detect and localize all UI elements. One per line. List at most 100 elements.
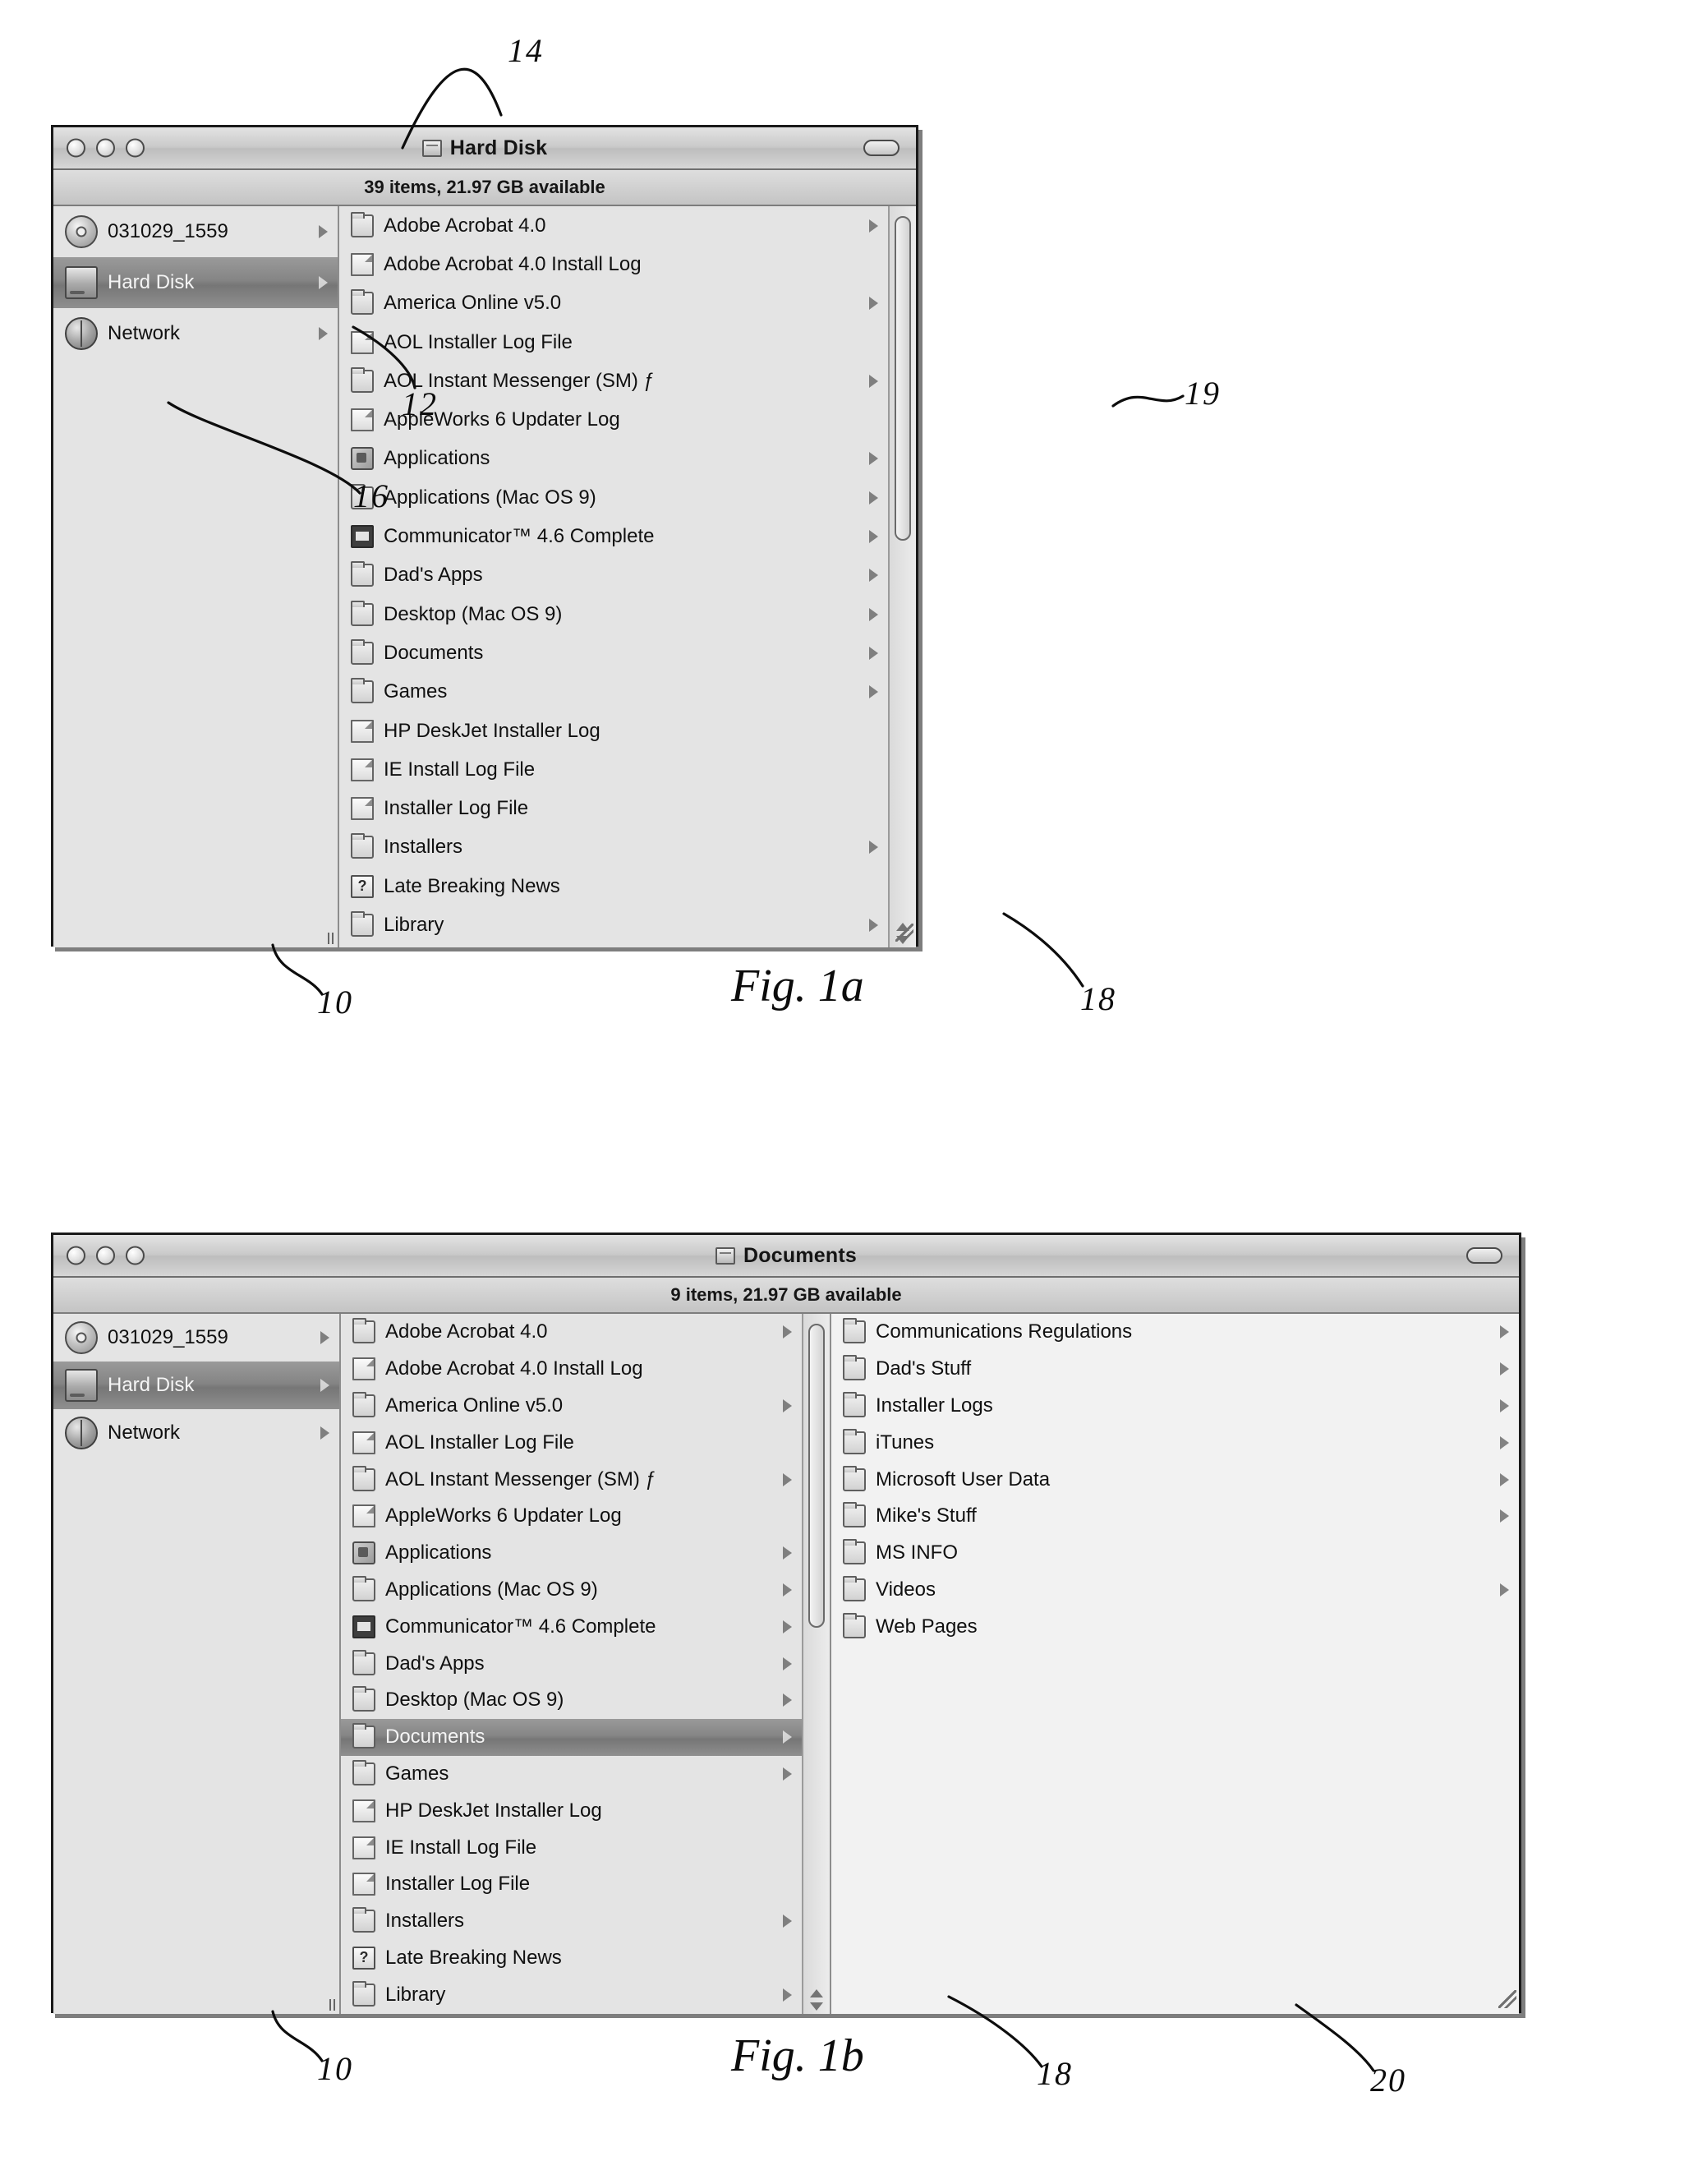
file-list-item[interactable]: Installers (339, 828, 888, 867)
disclosure-arrow-icon[interactable] (319, 276, 328, 289)
zoom-button[interactable] (126, 138, 145, 158)
detail-list-item[interactable]: Web Pages (831, 1608, 1519, 1645)
file-list-item[interactable]: Documents (339, 634, 888, 672)
detail-list-item[interactable]: Dad's Stuff (831, 1351, 1519, 1388)
file-list-item[interactable]: AOL Installer Log File (341, 1424, 802, 1461)
disclosure-arrow-icon[interactable] (1500, 1398, 1509, 1412)
disclosure-arrow-icon[interactable] (869, 491, 878, 505)
scrollbar-arrows[interactable] (803, 1989, 830, 2011)
minimize-button[interactable] (96, 138, 115, 158)
sidebar-item[interactable]: Hard Disk (53, 1362, 339, 1409)
detail-list-item[interactable]: Installer Logs (831, 1388, 1519, 1425)
file-list-item[interactable]: Applications (339, 440, 888, 478)
vertical-scrollbar-fig1b[interactable] (802, 1314, 830, 2014)
file-list-item[interactable]: IE Install Log File (341, 1829, 802, 1866)
disclosure-arrow-icon[interactable] (320, 1379, 329, 1392)
disclosure-arrow-icon[interactable] (783, 1656, 792, 1670)
file-list-item[interactable]: Applications (Mac OS 9) (341, 1572, 802, 1609)
file-list-item[interactable]: Documents (341, 1718, 802, 1756)
close-button[interactable] (67, 1246, 85, 1265)
file-list-item[interactable]: Applications (Mac OS 9) (339, 478, 888, 517)
disclosure-arrow-icon[interactable] (783, 1693, 792, 1707)
file-list-item[interactable]: AOL Installer Log File (339, 323, 888, 362)
disclosure-arrow-icon[interactable] (869, 297, 878, 311)
disclosure-arrow-icon[interactable] (783, 1620, 792, 1633)
toolbar-toggle-button[interactable] (1466, 1247, 1502, 1264)
file-list-item[interactable]: ? Late Breaking News (341, 1940, 802, 1977)
disclosure-arrow-icon[interactable] (869, 374, 878, 388)
disclosure-arrow-icon[interactable] (869, 569, 878, 583)
disclosure-arrow-icon[interactable] (783, 1583, 792, 1597)
disclosure-arrow-icon[interactable] (1500, 1325, 1509, 1339)
file-list-item[interactable]: Installer Log File (339, 789, 888, 827)
file-list-item[interactable]: Applications (341, 1535, 802, 1572)
file-list-item[interactable]: Dad's Apps (339, 556, 888, 595)
column-resize-grip[interactable] (324, 931, 336, 946)
disclosure-arrow-icon[interactable] (869, 685, 878, 699)
finder-window-hard-disk[interactable]: Hard Disk 39 items, 21.97 GB available 0… (51, 125, 918, 947)
sidebar-item[interactable]: Network (53, 308, 338, 359)
scroll-up-arrow-icon[interactable] (810, 1989, 823, 1997)
file-list-item[interactable]: AOL Instant Messenger (SM) ƒ (341, 1461, 802, 1498)
file-list-item[interactable]: Adobe Acrobat 4.0 (341, 1314, 802, 1351)
file-list-item[interactable]: America Online v5.0 (339, 284, 888, 323)
detail-list-item[interactable]: Communications Regulations (831, 1314, 1519, 1351)
sidebar-item[interactable]: 031029_1559 (53, 1314, 339, 1362)
disclosure-arrow-icon[interactable] (869, 646, 878, 660)
file-list-column-fig1a[interactable]: Adobe Acrobat 4.0 Adobe Acrobat 4.0 Insta… (339, 206, 916, 947)
disclosure-arrow-icon[interactable] (783, 1988, 792, 2002)
disclosure-arrow-icon[interactable] (783, 1398, 792, 1412)
disclosure-arrow-icon[interactable] (1500, 1362, 1509, 1376)
file-list-item[interactable]: Desktop (Mac OS 9) (339, 595, 888, 634)
vertical-scrollbar-fig1a[interactable] (888, 206, 916, 947)
file-list-item[interactable]: Adobe Acrobat 4.0 (339, 206, 888, 245)
file-list-item[interactable]: Communicator™ 4.6 Complete (339, 517, 888, 555)
file-list-item[interactable]: Games (339, 673, 888, 712)
file-list-item[interactable]: Library (339, 905, 888, 944)
window-titlebar-fig1b[interactable]: Documents (53, 1235, 1519, 1278)
disclosure-arrow-icon[interactable] (319, 327, 328, 340)
toolbar-toggle-button[interactable] (863, 140, 900, 156)
disclosure-arrow-icon[interactable] (783, 1472, 792, 1486)
file-list-item[interactable]: Library (341, 1976, 802, 2013)
disclosure-arrow-icon[interactable] (869, 219, 878, 233)
disclosure-arrow-icon[interactable] (783, 1767, 792, 1781)
file-list-item[interactable]: America Online v5.0 (341, 1388, 802, 1425)
column-resize-grip[interactable] (326, 1997, 338, 2012)
window-traffic-lights[interactable] (67, 1246, 145, 1265)
file-list-item[interactable]: HP DeskJet Installer Log (341, 1792, 802, 1829)
close-button[interactable] (67, 138, 85, 158)
scrollbar-thumb[interactable] (808, 1324, 825, 1628)
disclosure-arrow-icon[interactable] (783, 1546, 792, 1560)
window-titlebar-fig1a[interactable]: Hard Disk (53, 127, 916, 170)
file-list-item[interactable]: HP DeskJet Installer Log (339, 712, 888, 750)
window-traffic-lights[interactable] (67, 138, 145, 158)
sidebar-item[interactable]: 031029_1559 (53, 206, 338, 257)
scrollbar-thumb[interactable] (895, 216, 911, 541)
detail-list-item[interactable]: Mike's Stuff (831, 1498, 1519, 1535)
detail-list-item[interactable]: Microsoft User Data (831, 1461, 1519, 1498)
disclosure-arrow-icon[interactable] (869, 918, 878, 932)
disclosure-arrow-icon[interactable] (320, 1426, 329, 1440)
disclosure-arrow-icon[interactable] (869, 607, 878, 621)
detail-column-fig1b[interactable]: Communications Regulations Dad's Stuff Ins… (831, 1314, 1519, 2014)
disclosure-arrow-icon[interactable] (869, 452, 878, 466)
window-resize-corner[interactable] (1498, 1990, 1516, 2008)
file-list-item[interactable]: Installers (341, 1903, 802, 1940)
minimize-button[interactable] (96, 1246, 115, 1265)
file-list-item[interactable]: Adobe Acrobat 4.0 Install Log (341, 1351, 802, 1388)
disclosure-arrow-icon[interactable] (869, 841, 878, 855)
file-list-item[interactable]: Desktop (Mac OS 9) (341, 1682, 802, 1719)
disclosure-arrow-icon[interactable] (869, 530, 878, 544)
file-list-item[interactable]: Dad's Apps (341, 1645, 802, 1682)
sidebar-item[interactable]: Hard Disk (53, 257, 338, 308)
finder-window-documents[interactable]: Documents 9 items, 21.97 GB available 03… (51, 1233, 1521, 2014)
sidebar-column-fig1b[interactable]: 031029_1559 Hard Disk Network (53, 1314, 341, 2014)
file-list-item[interactable]: ? Late Breaking News (339, 867, 888, 905)
file-list-item[interactable]: Adobe Acrobat 4.0 Install Log (339, 245, 888, 283)
detail-list-item[interactable]: MS INFO (831, 1535, 1519, 1572)
disclosure-arrow-icon[interactable] (1500, 1583, 1509, 1597)
disclosure-arrow-icon[interactable] (783, 1325, 792, 1339)
file-list-item[interactable]: AppleWorks 6 Updater Log (341, 1498, 802, 1535)
disclosure-arrow-icon[interactable] (1500, 1472, 1509, 1486)
